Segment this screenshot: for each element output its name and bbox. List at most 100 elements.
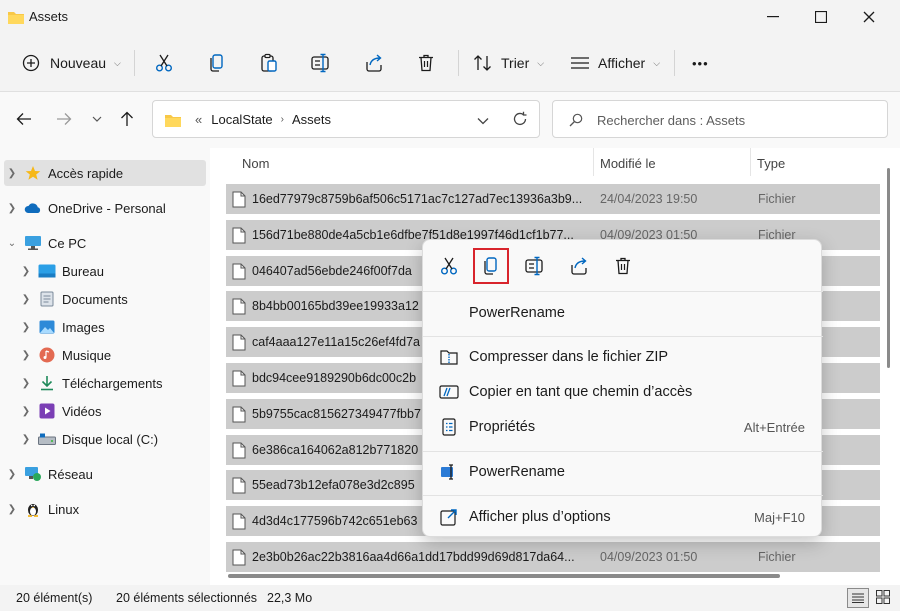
powerrename-icon (439, 462, 459, 482)
chevron-right-icon: › (280, 114, 285, 125)
scissors-icon (441, 257, 457, 275)
drive-icon (38, 431, 56, 447)
sort-button[interactable]: Trier ⌵ (473, 48, 544, 78)
chevron-right-icon[interactable]: ❯ (18, 322, 34, 333)
context-copy-button[interactable] (473, 248, 509, 284)
column-header-name[interactable]: Nom (242, 156, 269, 171)
paste-button[interactable] (259, 48, 279, 78)
breadcrumb-overflow[interactable]: « (195, 112, 202, 127)
title-bar: Assets (0, 0, 900, 34)
address-history-button[interactable] (477, 113, 489, 128)
file-icon (232, 406, 246, 426)
rename-button[interactable] (310, 48, 332, 78)
music-icon (38, 347, 56, 363)
up-button[interactable] (117, 109, 137, 129)
sidebar-item-label: Linux (48, 501, 80, 517)
share-button[interactable] (364, 48, 384, 78)
context-menu-quick-actions (423, 240, 823, 292)
column-divider[interactable] (593, 148, 594, 176)
chevron-right-icon[interactable]: ❯ (4, 504, 20, 515)
tiles-view-button[interactable] (876, 590, 890, 607)
sidebar-item-pictures[interactable]: ❯ Images (4, 314, 206, 340)
arrow-right-icon (57, 113, 72, 125)
context-delete-button[interactable] (609, 252, 637, 280)
minimize-button[interactable] (750, 0, 796, 34)
chevron-right-icon[interactable]: ❯ (4, 203, 20, 214)
properties-icon (439, 417, 459, 437)
sidebar-item-label: Musique (62, 347, 112, 363)
chevron-right-icon[interactable]: ❯ (18, 294, 34, 305)
chevron-right-icon[interactable]: ❯ (4, 469, 20, 480)
file-type: Fichier (758, 550, 796, 564)
menu-item-powerrename-top[interactable]: PowerRename (423, 296, 823, 330)
recent-locations-button[interactable] (87, 109, 107, 129)
context-cut-button[interactable] (435, 252, 463, 280)
menu-item-powerrename[interactable]: PowerRename (423, 455, 823, 489)
sidebar-item-onedrive[interactable]: ❯ OneDrive - Personal (4, 195, 206, 221)
back-button[interactable] (14, 109, 34, 129)
sidebar-item-local-disk[interactable]: ❯ Disque local (C:) (4, 426, 206, 452)
column-header-type[interactable]: Type (757, 156, 785, 171)
network-icon (24, 466, 42, 482)
file-modified: 04/09/2023 01:50 (600, 550, 698, 564)
sidebar-item-linux[interactable]: ❯ Linux (4, 496, 206, 522)
more-options-button[interactable]: ••• (692, 48, 709, 78)
breadcrumb-localstate[interactable]: LocalState (211, 112, 272, 127)
sidebar-item-label: Ce PC (48, 235, 87, 251)
sidebar-item-downloads[interactable]: ❯ Téléchargements (4, 370, 206, 396)
chevron-down-icon[interactable]: ⌄ (4, 238, 20, 249)
search-box[interactable]: Rechercher dans : Assets (552, 100, 888, 138)
share-icon (366, 54, 382, 72)
chevron-right-icon[interactable]: ❯ (18, 434, 34, 445)
details-view-icon (852, 593, 864, 603)
menu-item-copy-path[interactable]: Copier en tant que chemin d’accès (423, 375, 823, 409)
menu-item-compress-zip[interactable]: Compresser dans le fichier ZIP (423, 340, 823, 374)
column-divider[interactable] (750, 148, 751, 176)
sidebar-item-music[interactable]: ❯ Musique (4, 342, 206, 368)
sidebar-item-videos[interactable]: ❯ Vidéos (4, 398, 206, 424)
sidebar-item-network[interactable]: ❯ Réseau (4, 461, 206, 487)
chevron-right-icon[interactable]: ❯ (18, 350, 34, 361)
search-placeholder: Rechercher dans : Assets (597, 113, 746, 128)
details-view-button[interactable] (847, 588, 869, 608)
column-header-modified[interactable]: Modifié le (600, 156, 656, 171)
file-icon (232, 227, 246, 247)
refresh-button[interactable] (512, 111, 528, 130)
cut-button[interactable] (154, 48, 174, 78)
context-share-button[interactable] (565, 252, 593, 280)
horizontal-scrollbar[interactable] (228, 574, 780, 578)
delete-button[interactable] (416, 48, 436, 78)
chevron-down-icon (477, 118, 489, 125)
address-bar[interactable]: « LocalState › Assets (152, 100, 540, 138)
menu-item-more-options[interactable]: Afficher plus d’options Maj+F10 (423, 500, 823, 534)
close-button[interactable] (846, 0, 892, 34)
chevron-right-icon[interactable]: ❯ (18, 266, 34, 277)
chevron-right-icon[interactable]: ❯ (4, 168, 20, 179)
video-icon (38, 403, 56, 419)
sidebar-item-this-pc[interactable]: ⌄ Ce PC (4, 230, 206, 256)
breadcrumb-assets[interactable]: Assets (292, 112, 331, 127)
chevron-right-icon[interactable]: ❯ (18, 378, 34, 389)
chevron-right-icon[interactable]: ❯ (18, 406, 34, 417)
paste-icon (261, 53, 277, 72)
arrow-up-icon (121, 111, 133, 126)
sidebar-item-desktop[interactable]: ❯ Bureau (4, 258, 206, 284)
forward-button[interactable] (54, 109, 74, 129)
tiles-view-icon (876, 590, 890, 604)
maximize-button[interactable] (798, 0, 844, 34)
sidebar-item-documents[interactable]: ❯ Documents (4, 286, 206, 312)
table-row[interactable]: 16ed77979c8759b6af506c5171ac7c127ad7ec13… (226, 184, 880, 214)
context-rename-button[interactable] (521, 252, 549, 280)
file-name: 2e3b0b26ac22b3816aa4d66a1dd17bdd99d69d81… (252, 550, 575, 564)
search-icon (569, 113, 583, 127)
table-row[interactable]: 2e3b0b26ac22b3816aa4d66a1dd17bdd99d69d81… (226, 542, 880, 572)
vertical-scrollbar[interactable] (887, 168, 890, 368)
menu-item-properties[interactable]: Propriétés Alt+Entrée (423, 410, 823, 444)
trash-icon (419, 54, 433, 72)
rename-icon (525, 256, 543, 276)
menu-item-label: Compresser dans le fichier ZIP (469, 349, 669, 365)
view-button[interactable]: Afficher ⌵ (570, 48, 660, 78)
sidebar-item-quick-access[interactable]: ❯ Accès rapide (4, 160, 206, 186)
copy-button[interactable] (207, 48, 227, 78)
new-button[interactable]: Nouveau ⌵ (22, 48, 121, 78)
